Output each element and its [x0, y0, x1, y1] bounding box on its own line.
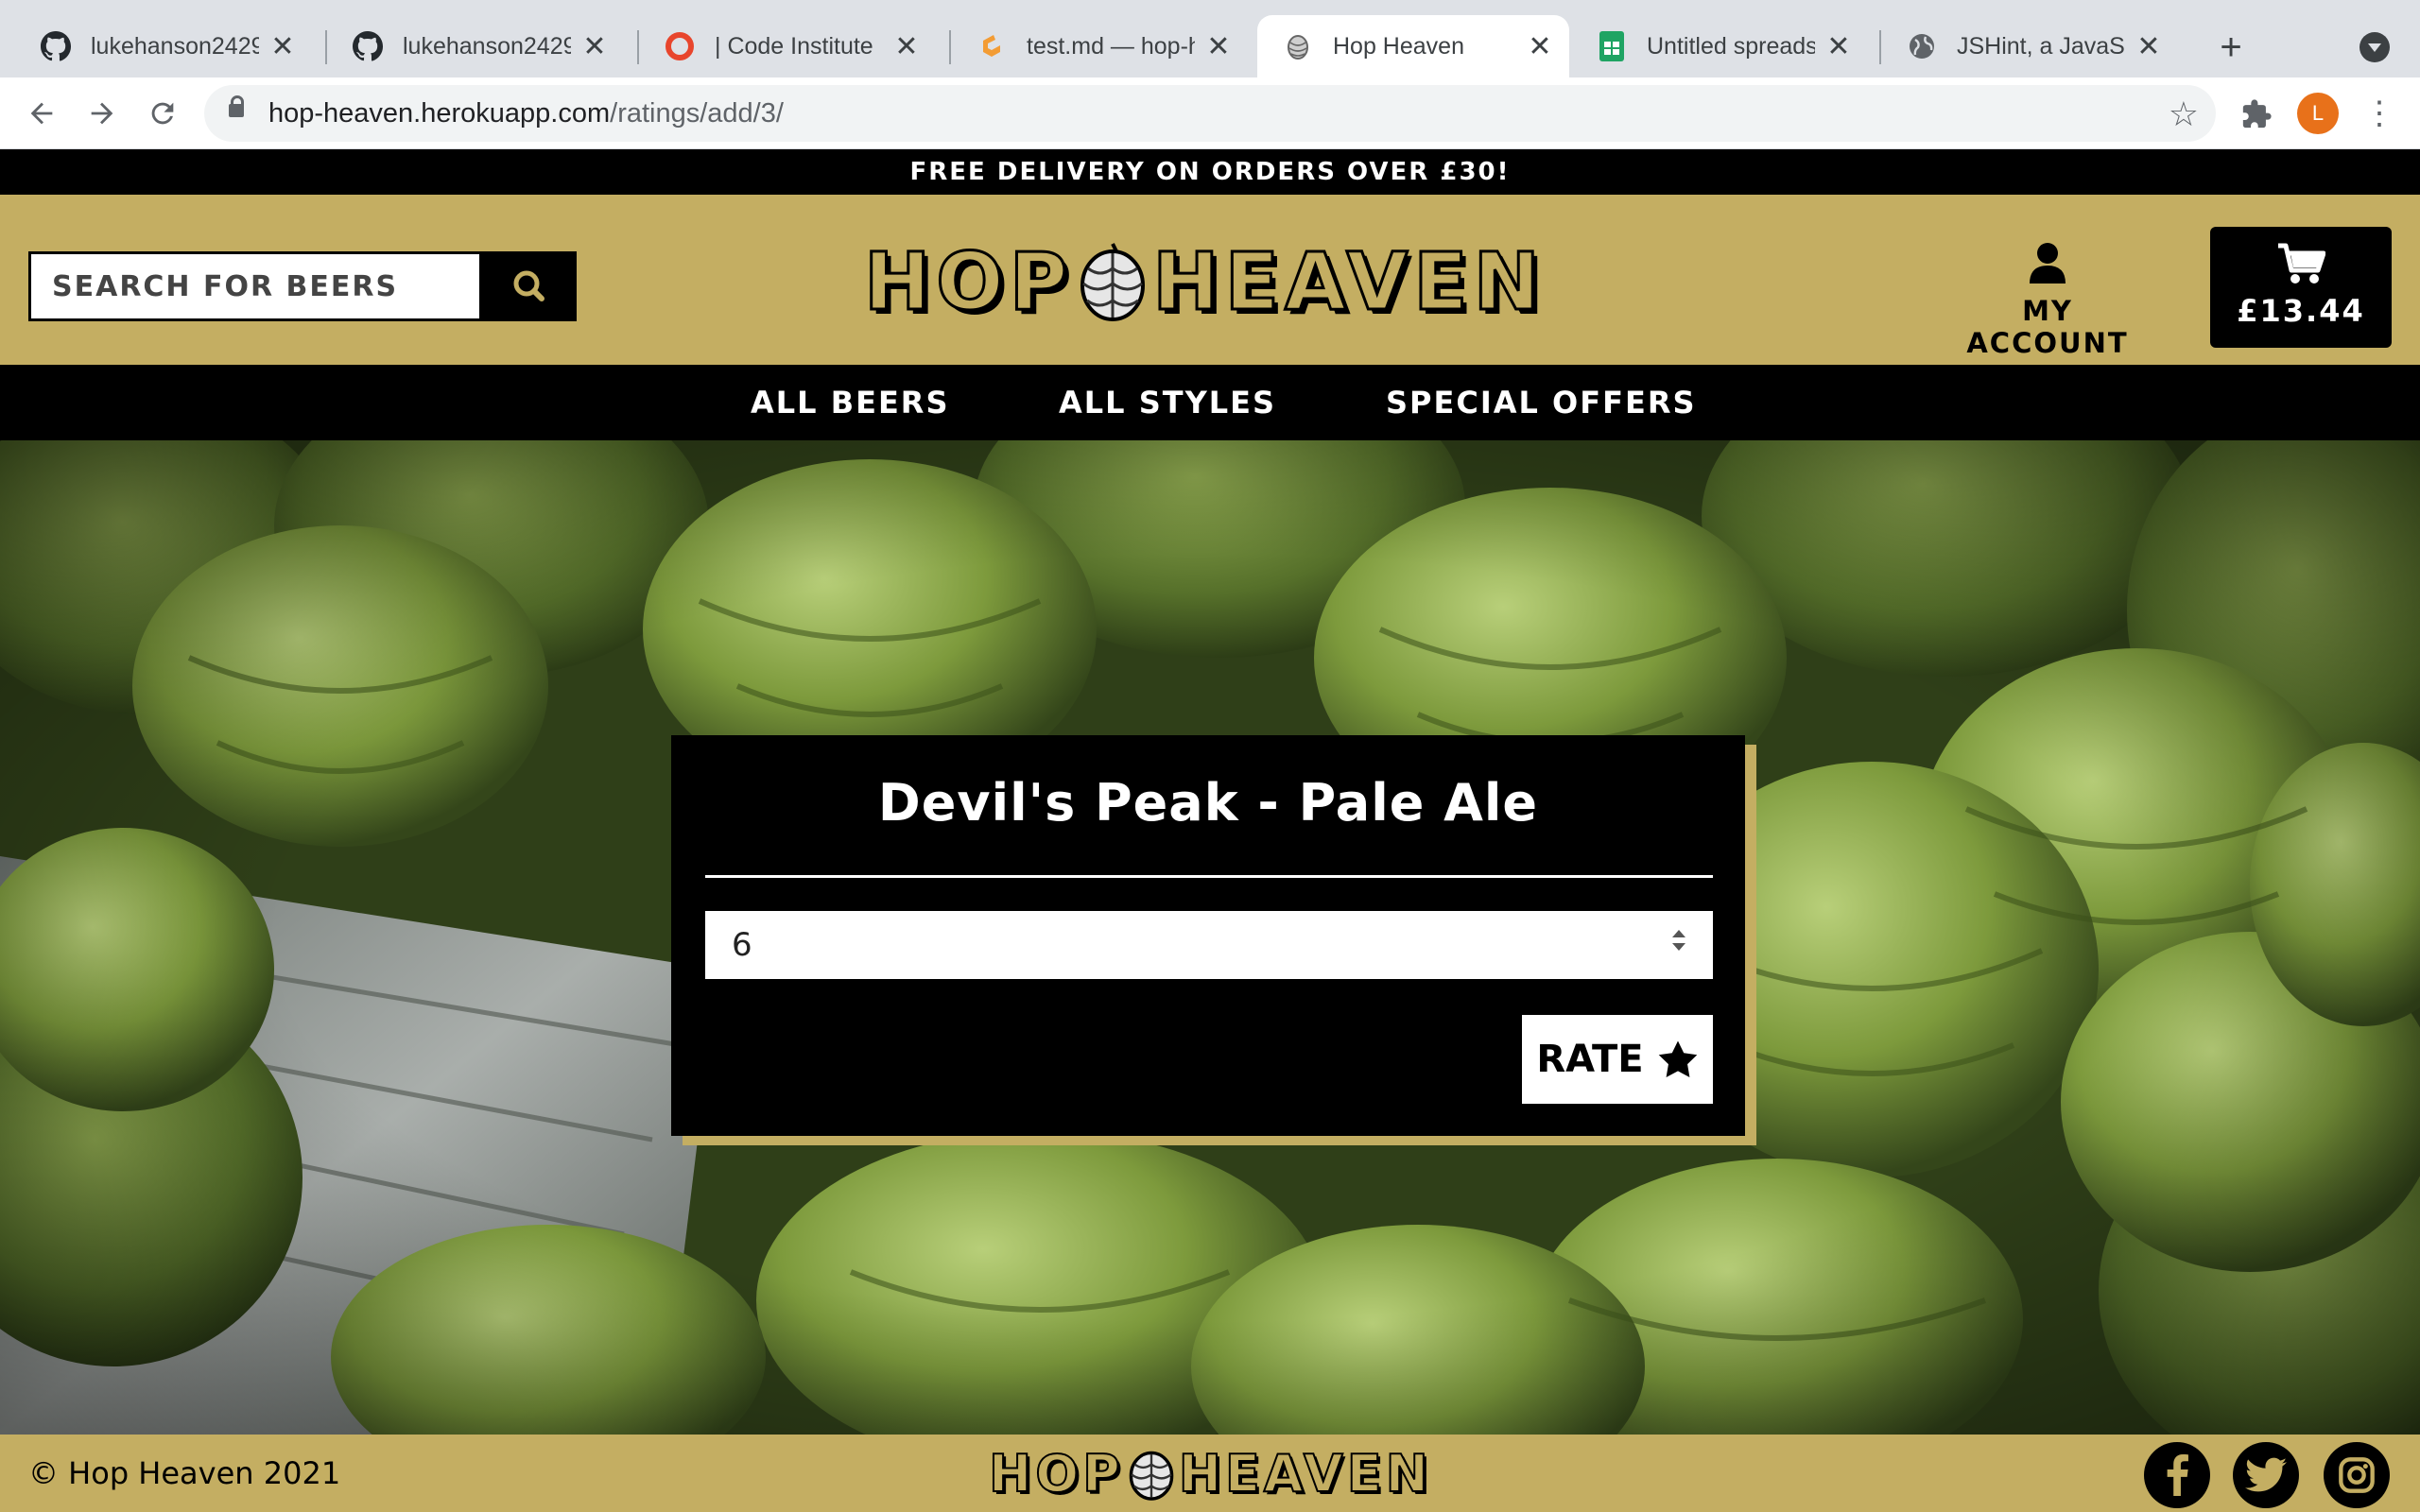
close-icon[interactable]: ✕ — [1524, 30, 1556, 62]
tab-title: JSHint, a JavaScr — [1957, 32, 2125, 60]
browser-tab[interactable]: test.md — hop-he ✕ — [951, 15, 1248, 77]
new-tab-button[interactable]: + — [2212, 28, 2250, 66]
copyright-text: © Hop Heaven 2021 — [28, 1455, 341, 1491]
shopping-cart-icon — [2278, 243, 2326, 284]
code-institute-icon — [664, 30, 696, 62]
instagram-icon[interactable] — [2324, 1442, 2390, 1508]
arrow-right-icon — [91, 102, 113, 125]
site-header: HOP HEAVEN My Account £13.44 — [0, 195, 2420, 365]
nav-all-beers[interactable]: All Beers — [751, 382, 949, 423]
bookmark-star-icon[interactable]: ☆ — [2169, 94, 2199, 134]
browser-tab[interactable]: | Code Institute ✕ — [639, 15, 936, 77]
hop-cone-icon — [1129, 1451, 1173, 1501]
close-icon[interactable]: ✕ — [1823, 30, 1855, 62]
lock-icon — [229, 95, 244, 117]
close-icon[interactable]: ✕ — [1202, 30, 1235, 62]
rating-field — [705, 911, 1713, 979]
close-icon[interactable]: ✕ — [2133, 30, 2165, 62]
footer-logo[interactable]: HOP HEAVEN — [988, 1440, 1432, 1506]
rating-input[interactable] — [705, 911, 1713, 979]
browser-tab[interactable]: lukehanson2429/ ✕ — [15, 15, 312, 77]
browser-tab[interactable]: lukehanson2429/ ✕ — [327, 15, 624, 77]
search-icon — [513, 270, 544, 301]
browser-tab-strip: lukehanson2429/ ✕ lukehanson2429/ ✕ | Co… — [0, 0, 2420, 77]
stepper-down-icon[interactable] — [1672, 943, 1685, 951]
facebook-icon[interactable] — [2144, 1442, 2210, 1508]
logo-text-heaven: HEAVEN — [1151, 234, 1546, 330]
twitter-icon[interactable] — [2233, 1442, 2299, 1508]
divider — [705, 875, 1713, 878]
browser-toolbar: hop-heaven.herokuapp.com/ratings/add/3/ … — [0, 77, 2420, 149]
stepper-up-icon[interactable] — [1672, 930, 1685, 937]
rating-stepper[interactable] — [1669, 924, 1688, 966]
close-icon[interactable]: ✕ — [579, 30, 611, 62]
url-path: /ratings/add/3/ — [610, 98, 784, 129]
extensions-puzzle-icon[interactable] — [2240, 98, 2273, 130]
github-icon — [40, 30, 72, 62]
nav-special-offers[interactable]: Special Offers — [1386, 382, 1697, 423]
reload-icon — [151, 102, 174, 125]
rate-button-label: RATE — [1536, 1038, 1644, 1081]
globe-icon — [1906, 30, 1938, 62]
cart-button[interactable]: £13.44 — [2210, 227, 2392, 348]
url-host: hop-heaven.herokuapp.com — [268, 98, 611, 129]
search-button[interactable] — [482, 251, 577, 321]
search-field — [28, 251, 482, 321]
rating-card: Devil's Peak - Pale Ale RATE — [671, 735, 1745, 1136]
tab-title: Untitled spreadsh — [1647, 32, 1815, 60]
tab-title: lukehanson2429/ — [403, 32, 571, 60]
promo-banner: Free delivery on orders over £30! — [0, 149, 2420, 195]
url-text: hop-heaven.herokuapp.com/ratings/add/3/ — [268, 98, 784, 129]
site-footer: © Hop Heaven 2021 HOP HEAVEN — [0, 1435, 2420, 1512]
logo-text-hop: HOP — [988, 1443, 1124, 1504]
github-icon — [352, 30, 384, 62]
star-icon — [1658, 1040, 1697, 1077]
sheets-icon — [1596, 30, 1628, 62]
address-bar[interactable]: hop-heaven.herokuapp.com/ratings/add/3/ … — [204, 85, 2216, 142]
search-input[interactable] — [31, 254, 479, 318]
tab-title: | Code Institute — [715, 32, 873, 60]
arrow-left-icon — [30, 102, 53, 125]
logo-text-heaven: HEAVEN — [1178, 1443, 1432, 1504]
gitpod-icon — [976, 30, 1008, 62]
my-account-link[interactable]: My Account — [1936, 240, 2159, 359]
reload-button[interactable] — [142, 93, 183, 134]
tab-title: lukehanson2429/ — [91, 32, 259, 60]
logo-text-hop: HOP — [862, 234, 1074, 330]
close-icon[interactable]: ✕ — [890, 30, 923, 62]
user-icon — [2030, 243, 2066, 284]
back-button[interactable] — [21, 93, 62, 134]
profile-avatar[interactable]: L — [2297, 93, 2339, 134]
tab-title: Hop Heaven — [1333, 32, 1464, 60]
site-logo[interactable]: HOP HEAVEN — [862, 234, 1546, 330]
browser-tab[interactable]: JSHint, a JavaScr ✕ — [1881, 15, 2178, 77]
tab-search-button[interactable] — [2360, 32, 2390, 62]
browser-tab[interactable]: Untitled spreadsh ✕ — [1571, 15, 1868, 77]
main-nav: All Beers All Styles Special Offers — [0, 365, 2420, 440]
close-icon[interactable]: ✕ — [267, 30, 299, 62]
nav-all-styles[interactable]: All Styles — [1059, 382, 1276, 423]
browser-tab-active[interactable]: Hop Heaven ✕ — [1257, 15, 1569, 77]
beer-title: Devil's Peak - Pale Ale — [877, 773, 1539, 833]
forward-button[interactable] — [81, 93, 123, 134]
browser-menu-icon[interactable]: ⋮ — [2363, 93, 2395, 134]
my-account-label: My Account — [1966, 295, 2129, 359]
cart-total: £13.44 — [2237, 293, 2365, 329]
rate-button[interactable]: RATE — [1522, 1015, 1713, 1104]
hop-cone-icon — [1080, 243, 1146, 321]
tab-title: test.md — hop-he — [1027, 32, 1195, 60]
hop-icon — [1282, 30, 1314, 62]
